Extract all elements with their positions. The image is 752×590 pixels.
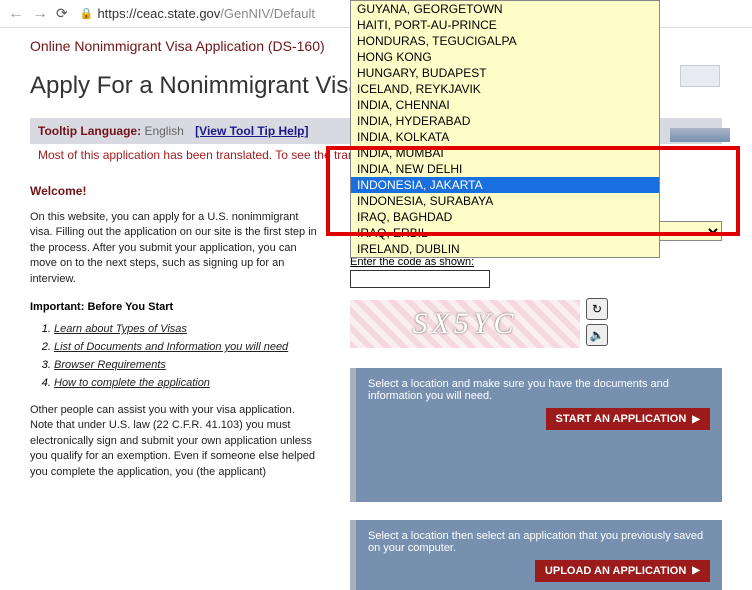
upload-button-label: UPLOAD AN APPLICATION [545, 565, 686, 577]
dropdown-item[interactable]: INDIA, MUMBAI [351, 145, 659, 161]
triangle-right-icon: ▶ [692, 414, 700, 425]
dropdown-item[interactable]: HONG KONG [351, 49, 659, 65]
step-link[interactable]: List of Documents and Information you wi… [54, 341, 288, 353]
captcha-input[interactable] [350, 270, 490, 288]
dropdown-item[interactable]: INDONESIA, JAKARTA [351, 177, 659, 193]
reload-icon[interactable]: ⟳ [56, 5, 68, 22]
dropdown-item[interactable]: HONDURAS, TEGUCIGALPA [351, 33, 659, 49]
tooltip-help-link[interactable]: [View Tool Tip Help] [195, 124, 308, 138]
step-link[interactable]: How to complete the application [54, 377, 210, 389]
dropdown-item[interactable]: HUNGARY, BUDAPEST [351, 65, 659, 81]
dropdown-item[interactable]: INDIA, HYDERABAD [351, 113, 659, 129]
captcha-audio-button[interactable]: 🔈 [586, 324, 608, 346]
step-link[interactable]: Browser Requirements [54, 359, 166, 371]
back-icon: ← [8, 5, 24, 23]
upload-panel-text: Select a location then select an applica… [368, 530, 710, 554]
upload-application-button[interactable]: UPLOAD AN APPLICATION ▶ [535, 560, 710, 582]
list-item: Learn about Types of Visas [54, 323, 320, 335]
address-bar[interactable]: https://ceac.state.gov/GenNIV/Default [97, 6, 315, 21]
upload-panel: Select a location then select an applica… [350, 520, 722, 590]
dropdown-item[interactable]: HAITI, PORT-AU-PRINCE [351, 17, 659, 33]
header-gradient [670, 128, 730, 142]
start-panel: Select a location and make sure you have… [350, 368, 722, 502]
list-item: Browser Requirements [54, 359, 320, 371]
dropdown-item[interactable]: IRAQ, BAGHDAD [351, 209, 659, 225]
important-heading: Important: Before You Start [30, 301, 320, 313]
dropdown-item[interactable]: IRAQ, ERBIL [351, 225, 659, 241]
refresh-icon: ↻ [592, 302, 602, 316]
start-application-button[interactable]: START AN APPLICATION ▶ [546, 408, 710, 430]
lock-icon: 🔒 [80, 7, 94, 20]
dropdown-item[interactable]: INDONESIA, SURABAYA [351, 193, 659, 209]
start-panel-text: Select a location and make sure you have… [368, 378, 710, 402]
dropdown-item[interactable]: INDIA, NEW DELHI [351, 161, 659, 177]
location-dropdown[interactable]: GUYANA, GEORGETOWNHAITI, PORT-AU-PRINCEH… [350, 0, 660, 258]
captcha-refresh-button[interactable]: ↻ [586, 298, 608, 320]
welcome-heading: Welcome! [30, 184, 320, 198]
tooltip-label: Tooltip Language: [38, 124, 141, 138]
dropdown-item[interactable]: ICELAND, REYKJAVIK [351, 81, 659, 97]
url-path: /GenNIV/Default [220, 6, 315, 21]
audio-icon: 🔈 [590, 328, 605, 342]
list-item: How to complete the application [54, 377, 320, 389]
start-button-label: START AN APPLICATION [556, 413, 687, 425]
step-link[interactable]: Learn about Types of Visas [54, 323, 187, 335]
assist-text: Other people can assist you with your vi… [30, 403, 320, 480]
dropdown-item[interactable]: GUYANA, GEORGETOWN [351, 1, 659, 17]
dropdown-item[interactable]: IRELAND, DUBLIN [351, 241, 659, 257]
triangle-right-icon: ▶ [692, 565, 700, 576]
steps-list: Learn about Types of Visas List of Docum… [54, 323, 320, 389]
tab-stub [680, 65, 720, 87]
dropdown-item[interactable]: INDIA, CHENNAI [351, 97, 659, 113]
forward-icon: → [32, 5, 48, 23]
list-item: List of Documents and Information you wi… [54, 341, 320, 353]
intro-text: On this website, you can apply for a U.S… [30, 210, 320, 287]
dropdown-item[interactable]: INDIA, KOLKATA [351, 129, 659, 145]
tooltip-language: English [144, 124, 183, 138]
url-host: https://ceac.state.gov [97, 6, 220, 21]
captcha-image: SX5YC [350, 300, 580, 348]
